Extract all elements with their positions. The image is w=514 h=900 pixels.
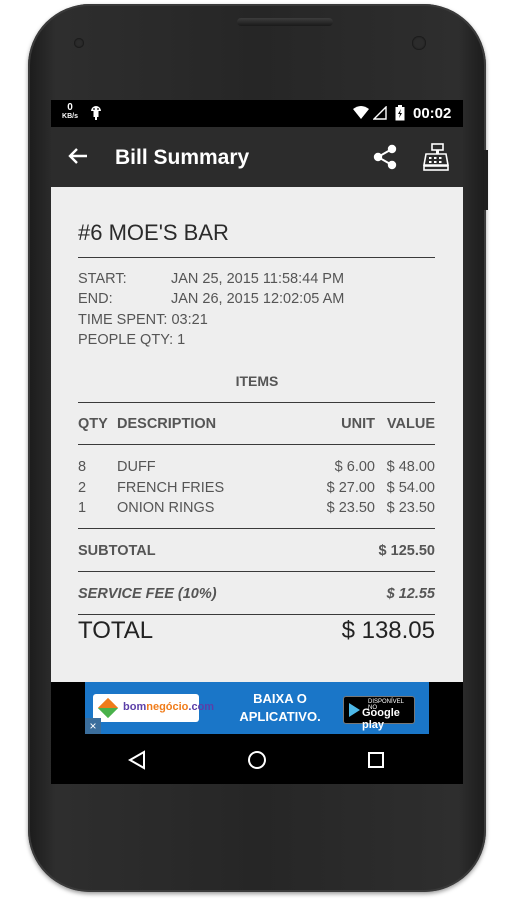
share-icon[interactable]: [371, 143, 399, 171]
item-qty: 2: [78, 480, 87, 496]
network-speed-unit: KB/s: [62, 113, 78, 120]
ad-cta-line1: BAIXA O: [253, 691, 307, 706]
items-heading: ITEMS: [235, 373, 279, 389]
time-spent-row: TIME SPENT: 03:21: [78, 312, 208, 328]
status-clock: 00:02: [413, 105, 452, 122]
brand-cube-icon: [97, 697, 119, 719]
nav-back-icon[interactable]: [127, 750, 147, 770]
item-value: $ 54.00: [386, 480, 435, 496]
phone-screen: 0 KB/s 00:02 Bill Summary #6 MOE'S BAR S…: [51, 100, 463, 784]
item-value: $ 23.50: [386, 500, 435, 516]
play-store-icon: [349, 703, 360, 717]
item-unit: $ 23.50: [326, 500, 375, 516]
front-camera: [412, 36, 426, 50]
end-row: END: JAN 26, 2015 12:02:05 AM: [78, 291, 344, 307]
item-qty: 1: [78, 500, 87, 516]
nav-home-icon[interactable]: [247, 750, 267, 770]
service-fee-value: $ 12.55: [386, 586, 435, 602]
network-speed-value: 0: [67, 102, 73, 113]
item-unit: $ 6.00: [334, 459, 375, 475]
ad-brand-mid: negócio: [146, 701, 189, 713]
column-header-value: VALUE: [386, 416, 435, 432]
column-header-unit: UNIT: [341, 416, 375, 432]
ad-close-button[interactable]: ×: [85, 718, 101, 734]
back-arrow-icon[interactable]: [67, 145, 89, 167]
ad-brand-logo: bomnegócio.com: [93, 694, 214, 722]
divider: [78, 402, 435, 403]
store-name-text: Google play: [362, 707, 400, 731]
total-value: $ 138.05: [341, 617, 435, 644]
time-spent-label: TIME SPENT:: [78, 312, 168, 328]
subtotal-value: $ 125.50: [378, 543, 435, 559]
subtotal-label: SUBTOTAL: [78, 543, 156, 559]
divider: [78, 444, 435, 445]
column-header-description: DESCRIPTION: [117, 416, 217, 432]
item-unit: $ 27.00: [326, 480, 375, 496]
navigation-bar: [51, 734, 463, 784]
column-header-qty: QTY: [78, 416, 108, 432]
ad-brand-prefix: bom: [123, 701, 147, 713]
item-description: DUFF: [117, 459, 156, 475]
battery-icon: [395, 105, 405, 121]
start-row: START: JAN 25, 2015 11:58:44 PM: [78, 271, 344, 287]
status-bar: 0 KB/s 00:02: [51, 100, 463, 127]
people-qty-row: PEOPLE QTY: 1: [78, 332, 185, 348]
service-fee-label: SERVICE FEE (10%): [78, 586, 217, 602]
cash-register-icon[interactable]: [423, 143, 449, 171]
item-value: $ 48.00: [386, 459, 435, 475]
start-label: START:: [78, 271, 127, 287]
app-bar: Bill Summary: [51, 127, 463, 187]
bill-summary-content: #6 MOE'S BAR START: JAN 25, 2015 11:58:4…: [51, 187, 463, 682]
total-label: TOTAL: [78, 617, 154, 644]
signal-icon: [373, 106, 387, 120]
volume-button: [484, 150, 488, 210]
ad-banner[interactable]: bomnegócio.com BAIXA O APLICATIVO. DISPO…: [85, 682, 429, 734]
android-icon: [91, 106, 101, 120]
network-speed: 0 KB/s: [59, 103, 81, 121]
nav-recents-icon[interactable]: [367, 751, 385, 769]
end-label: END:: [78, 291, 113, 307]
start-value: JAN 25, 2015 11:58:44 PM: [171, 271, 345, 287]
google-play-badge[interactable]: DISPONÍVEL NO Google play: [343, 696, 415, 731]
wifi-icon: [353, 106, 369, 119]
divider: [78, 528, 435, 529]
divider: [78, 571, 435, 572]
ad-cta-text: BAIXA O APLICATIVO.: [225, 690, 335, 726]
ad-brand-text: bomnegócio.com: [123, 701, 214, 713]
page-title: Bill Summary: [115, 146, 250, 169]
ad-brand-suffix: .com: [188, 701, 215, 713]
people-qty-value: 1: [177, 332, 186, 348]
divider: [78, 614, 435, 615]
divider: [78, 257, 435, 258]
end-value: JAN 26, 2015 12:02:05 AM: [171, 291, 345, 307]
earpiece-speaker: [237, 18, 333, 26]
time-spent-value: 03:21: [171, 312, 208, 328]
item-qty: 8: [78, 459, 87, 475]
item-description: ONION RINGS: [117, 500, 215, 516]
people-qty-label: PEOPLE QTY:: [78, 332, 174, 348]
front-sensor: [74, 38, 84, 48]
item-description: FRENCH FRIES: [117, 480, 225, 496]
bill-name: #6 MOE'S BAR: [78, 220, 229, 245]
ad-cta-line2: APLICATIVO.: [239, 709, 321, 724]
